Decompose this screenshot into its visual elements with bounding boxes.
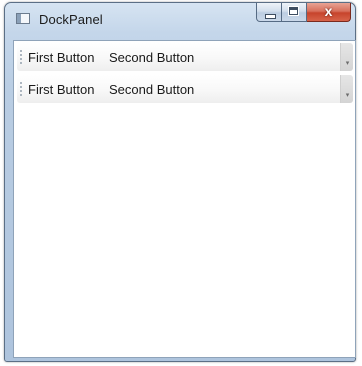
minimize-icon: [265, 14, 276, 19]
second-button[interactable]: Second Button: [109, 50, 194, 65]
second-button[interactable]: Second Button: [109, 82, 194, 97]
toolbar-overflow-button[interactable]: ▾: [340, 43, 353, 71]
minimize-button[interactable]: [256, 3, 282, 22]
window-app-icon[interactable]: [16, 13, 30, 24]
window-title: DockPanel: [39, 12, 103, 27]
toolbar: First Button Second Button ▾: [17, 43, 353, 71]
toolbar-gripper-icon[interactable]: [20, 49, 22, 65]
dock-panel: First Button Second Button ▾ First Butto…: [13, 40, 356, 358]
title-bar[interactable]: DockPanel x: [5, 3, 355, 33]
close-icon: x: [324, 3, 333, 19]
app-window: DockPanel x First Button Second Button ▾…: [4, 2, 356, 362]
toolbar-gripper-icon[interactable]: [20, 81, 22, 97]
overflow-chevron-icon: ▾: [345, 60, 350, 67]
first-button[interactable]: First Button: [28, 50, 94, 65]
toolbar: First Button Second Button ▾: [17, 75, 353, 103]
close-button[interactable]: x: [307, 3, 351, 22]
toolbar-overflow-button[interactable]: ▾: [340, 75, 353, 103]
first-button[interactable]: First Button: [28, 82, 94, 97]
maximize-icon: [289, 7, 298, 15]
caption-buttons: x: [256, 3, 351, 23]
overflow-chevron-icon: ▾: [345, 92, 350, 99]
maximize-button[interactable]: [282, 3, 307, 22]
